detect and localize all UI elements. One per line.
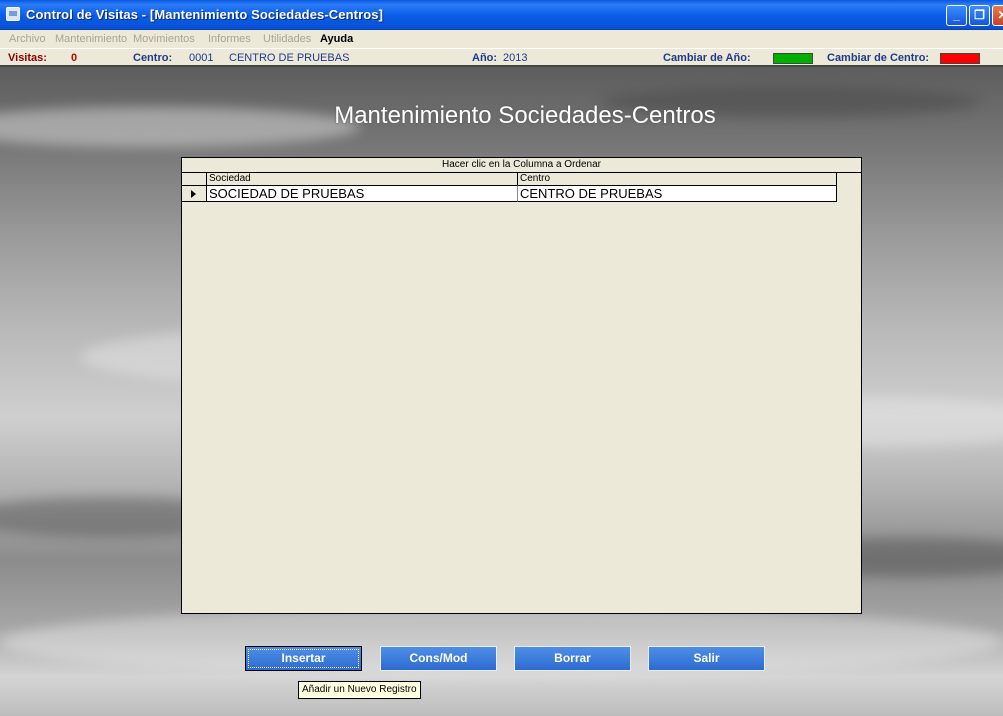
cambiar-anio-button[interactable] bbox=[773, 53, 813, 64]
cambiar-centro-button[interactable] bbox=[940, 53, 980, 64]
status-bar: Visitas: 0 Centro: 0001 CENTRO DE PRUEBA… bbox=[0, 48, 1003, 67]
tooltip: Añadir un Nuevo Registro bbox=[298, 681, 421, 699]
centro-label: Centro: bbox=[133, 52, 173, 64]
window-title: Control de Visitas - [Mantenimiento Soci… bbox=[26, 7, 384, 22]
menu-informes[interactable]: Informes bbox=[208, 33, 251, 45]
salir-button[interactable]: Salir bbox=[648, 646, 765, 671]
grid-caption: Hacer clic en la Columna a Ordenar bbox=[182, 158, 861, 173]
row-selector-arrow-icon[interactable] bbox=[182, 185, 207, 202]
column-header-sociedad[interactable]: Sociedad bbox=[207, 173, 518, 185]
menu-movimientos[interactable]: Movimientos bbox=[133, 33, 195, 45]
header-indicator-cell bbox=[182, 173, 207, 185]
app-icon bbox=[6, 7, 20, 21]
menu-utilidades[interactable]: Utilidades bbox=[263, 33, 311, 45]
menu-ayuda[interactable]: Ayuda bbox=[320, 33, 353, 45]
title-bar: Control de Visitas - [Mantenimiento Soci… bbox=[0, 0, 1003, 30]
menu-mantenimiento[interactable]: Mantenimiento bbox=[55, 33, 127, 45]
grid-header: Sociedad Centro bbox=[182, 173, 837, 185]
page-title: Mantenimiento Sociedades-Centros bbox=[334, 102, 716, 129]
cons-mod-button[interactable]: Cons/Mod bbox=[380, 646, 497, 671]
centro-code: 0001 bbox=[189, 52, 214, 64]
centro-name: CENTRO DE PRUEBAS bbox=[229, 52, 350, 64]
visitas-value: 0 bbox=[71, 52, 78, 64]
visitas-label: Visitas: bbox=[8, 52, 47, 64]
insertar-button[interactable]: Insertar bbox=[245, 646, 362, 671]
cambiar-centro-label: Cambiar de Centro: bbox=[827, 52, 930, 64]
cambiar-anio-label: Cambiar de Año: bbox=[663, 52, 751, 64]
minimize-button[interactable]: _ bbox=[946, 5, 967, 26]
maximize-button[interactable]: ❐ bbox=[969, 5, 990, 26]
column-header-centro[interactable]: Centro bbox=[518, 173, 837, 185]
menu-archivo[interactable]: Archivo bbox=[9, 33, 46, 45]
cell-centro[interactable]: CENTRO DE PRUEBAS bbox=[518, 185, 837, 202]
anio-label: Año: bbox=[472, 52, 498, 64]
anio-value: 2013 bbox=[503, 52, 528, 64]
data-grid[interactable]: Hacer clic en la Columna a Ordenar Socie… bbox=[181, 157, 862, 614]
close-button[interactable]: ✕ bbox=[992, 5, 1003, 26]
menu-bar: Archivo Mantenimiento Movimientos Inform… bbox=[0, 30, 1003, 48]
table-row[interactable]: SOCIEDAD DE PRUEBAS CENTRO DE PRUEBAS bbox=[182, 185, 837, 202]
borrar-button[interactable]: Borrar bbox=[514, 646, 631, 671]
cell-sociedad[interactable]: SOCIEDAD DE PRUEBAS bbox=[207, 185, 518, 202]
